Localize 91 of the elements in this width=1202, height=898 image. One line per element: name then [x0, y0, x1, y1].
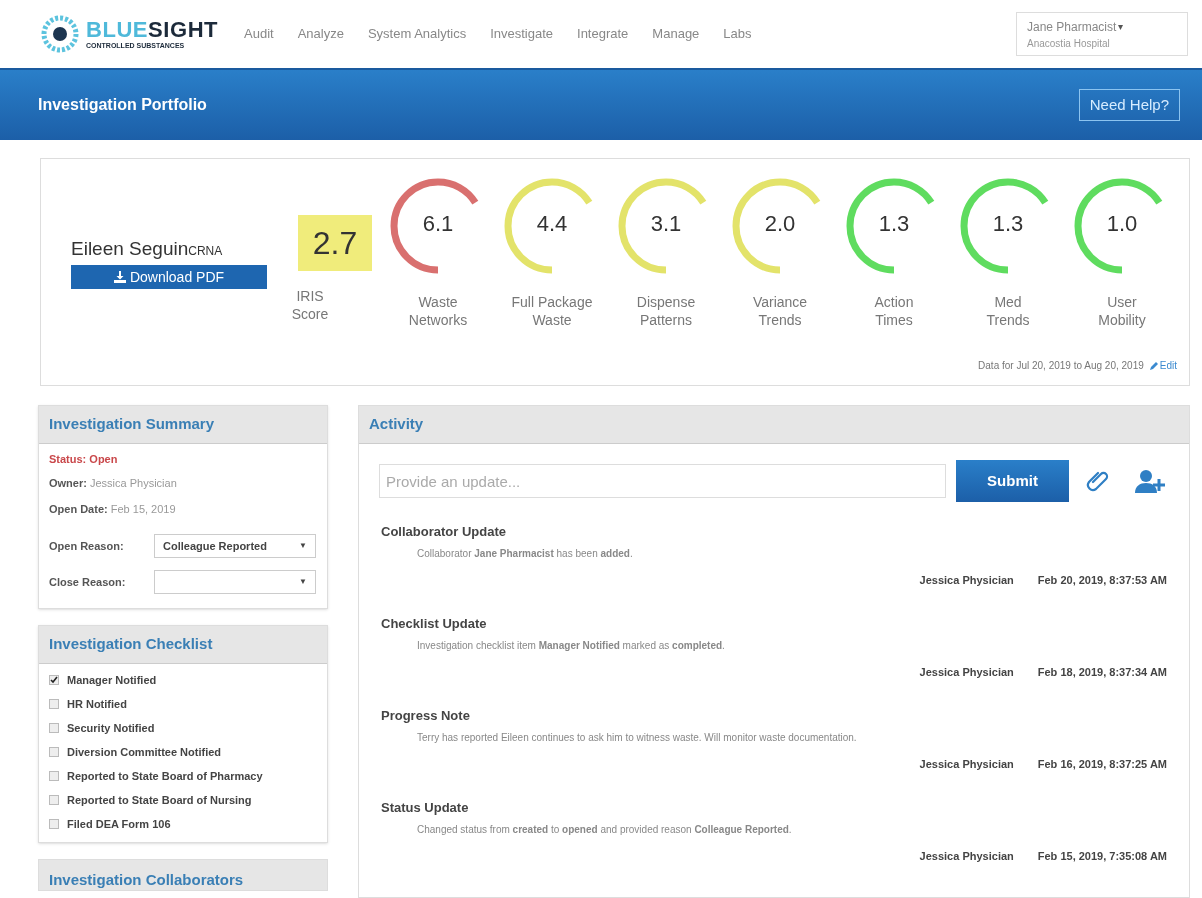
gauge-label: Dispense: [636, 293, 696, 311]
select-field[interactable]: ▼: [154, 570, 316, 594]
checkbox[interactable]: [49, 747, 59, 757]
iris-score-badge: 2.7: [298, 215, 372, 271]
help-button[interactable]: Need Help?: [1078, 89, 1180, 121]
entry-title: Collaborator Update: [381, 523, 507, 541]
caret-icon: ▾: [1118, 19, 1124, 34]
nav-link[interactable]: System Analytics: [367, 24, 467, 44]
gauge-label: Times: [875, 311, 913, 329]
entry-title: Status Update: [381, 799, 470, 817]
entry-text: Collaborator Jane Pharmacist has been added.: [416, 547, 634, 561]
user-menu[interactable]: Jane Pharmacist ▾ Anacostia Hospital: [1016, 12, 1188, 56]
checklist-label: Reported to State Board of Pharmacy: [67, 768, 263, 784]
logo-wordmark: BLUESIGHT: [86, 19, 219, 41]
caret-icon: ▼: [299, 576, 307, 588]
checkbox[interactable]: [49, 771, 59, 781]
timestamp: Feb 20, 2019, 8:37:53 AM: [1037, 573, 1167, 588]
entry-text: Terry has reported Eileen continues to ask him to witness waste. Will monitor waste documentation.: [416, 731, 858, 745]
update-field[interactable]: Provide an update...: [379, 464, 946, 498]
subject-name: Eileen SeguinCRNA: [71, 237, 224, 261]
panel-header: Investigation Summary: [39, 406, 327, 444]
gauge-value: 1.3: [991, 210, 1025, 238]
page-title: Investigation Portfolio: [38, 95, 207, 115]
nav-link[interactable]: Investigate: [490, 24, 554, 44]
gauge-label: Variance: [752, 293, 808, 311]
checklist-label: Filed DEA Form 106: [67, 816, 171, 832]
nav-link[interactable]: Integrate: [577, 24, 629, 44]
timestamp: Feb 16, 2019, 8:37:25 AM: [1037, 757, 1167, 772]
gauge-label: Waste: [418, 293, 458, 311]
edit-link[interactable]: Edit: [1149, 358, 1177, 373]
gauge-value: 1.0: [1105, 210, 1139, 238]
entry-text: Investigation checklist item Manager Notified marked as completed.: [416, 639, 726, 653]
gauge-label: Mobility: [1098, 311, 1146, 329]
gauge-label: Action: [874, 293, 914, 311]
author-name: Jessica Physician: [919, 665, 1014, 680]
gauge-value: 6.1: [421, 210, 455, 238]
gauge-label: Waste: [532, 311, 572, 329]
panel-header: Investigation Checklist: [39, 626, 327, 664]
download-icon: [113, 271, 126, 283]
user-name: Jane Pharmacist: [1027, 18, 1117, 36]
gauge-label: Trends: [986, 311, 1030, 329]
checkbox[interactable]: [49, 819, 59, 829]
caret-icon: ▼: [299, 540, 307, 552]
timestamp: Feb 18, 2019, 8:37:34 AM: [1037, 665, 1167, 680]
checklist-label: HR Notified: [67, 696, 127, 712]
checklist-label: Manager Notified: [67, 672, 157, 688]
iris-label: Score: [291, 305, 329, 323]
entry-title: Checklist Update: [381, 615, 488, 633]
checkbox[interactable]: [49, 699, 59, 709]
gauge-label: Networks: [408, 311, 468, 329]
checklist-label: Reported to State Board of Nursing: [67, 792, 252, 808]
nav-link[interactable]: Audit: [244, 24, 274, 44]
gauge-value: 4.4: [535, 210, 569, 238]
checklist-label: Diversion Committee Notified: [67, 744, 222, 760]
author-name: Jessica Physician: [919, 573, 1014, 588]
panel-title: Investigation Collaborators: [49, 871, 244, 888]
nav-link[interactable]: Labs: [723, 24, 752, 44]
gauge-label: User: [1107, 293, 1137, 311]
logo-icon: [40, 14, 80, 54]
panel-header: Activity: [359, 406, 1189, 444]
status-text: Status: Open: [49, 452, 119, 467]
author-name: Jessica Physician: [919, 757, 1014, 772]
iris-label: IRIS: [296, 287, 324, 305]
timestamp: Feb 15, 2019, 7:35:08 AM: [1037, 849, 1167, 864]
user-location: Anacostia Hospital: [1027, 36, 1111, 51]
gauge-label: Med: [994, 293, 1022, 311]
field-label: Open Reason:: [49, 538, 125, 554]
gauge-value: 3.1: [649, 210, 683, 238]
date-range-text: Data for Jul 20, 2019 to Aug 20, 2019: [978, 359, 1144, 373]
gauge-value: 2.0: [763, 210, 797, 238]
checkbox[interactable]: [49, 795, 59, 805]
submit-button[interactable]: Submit: [956, 460, 1069, 502]
gauge-label: Trends: [758, 311, 802, 329]
add-user-icon[interactable]: [1135, 469, 1167, 493]
open-date-text: Open Date: Feb 15, 2019: [49, 502, 177, 517]
checkbox[interactable]: [49, 723, 59, 733]
gauge-label: Patterns: [639, 311, 693, 329]
nav-link[interactable]: Manage: [652, 24, 700, 44]
download-button[interactable]: Download PDF: [71, 265, 267, 289]
field-label: Close Reason:: [49, 574, 127, 590]
select-field[interactable]: Colleague Reported ▼: [154, 534, 316, 558]
owner-text: Owner: Jessica Physician: [49, 476, 178, 491]
checkbox[interactable]: [49, 675, 59, 685]
entry-text: Changed status from created to opened and provided reason Colleague Reported.: [416, 823, 793, 837]
author-name: Jessica Physician: [919, 849, 1014, 864]
entry-title: Progress Note: [381, 707, 471, 725]
gauge-value: 1.3: [877, 210, 911, 238]
gauge-label: Full Package: [511, 293, 593, 311]
checklist-label: Security Notified: [67, 720, 155, 736]
pencil-icon: [1149, 361, 1159, 370]
nav-link[interactable]: Analyze: [297, 24, 344, 44]
